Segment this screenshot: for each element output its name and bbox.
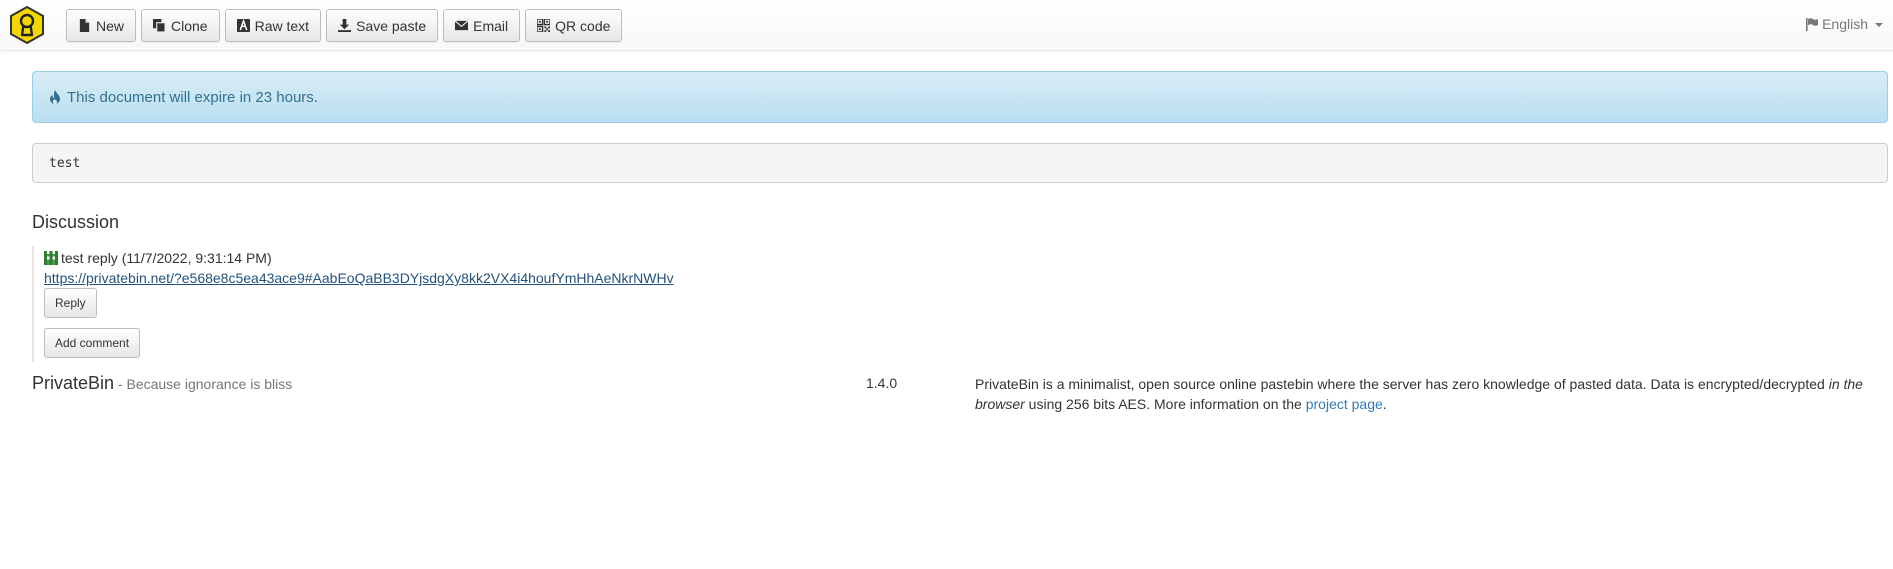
new-button-label: New	[96, 17, 125, 34]
footer-brand: PrivateBin - Because ignorance is bliss	[32, 373, 292, 394]
comment-author-date: test reply (11/7/2022, 9:31:14 PM)	[61, 250, 272, 266]
save-paste-button-label: Save paste	[356, 17, 427, 34]
envelope-icon	[455, 20, 469, 31]
comments-section: test reply (11/7/2022, 9:31:14 PM) https…	[32, 246, 674, 362]
download-icon	[338, 19, 352, 32]
qr-code-button[interactable]: QR code	[525, 9, 623, 42]
raw-text-button-label: Raw text	[254, 17, 310, 34]
duplicate-icon	[153, 19, 166, 32]
paste-text: test	[49, 156, 81, 171]
fire-icon	[50, 90, 60, 104]
brand-name: PrivateBin	[32, 373, 115, 393]
brand-tagline: - Because ignorance is bliss	[114, 376, 293, 392]
about-text: PrivateBin is a minimalist, open source …	[975, 374, 1885, 414]
comment-meta: test reply (11/7/2022, 9:31:14 PM)	[44, 250, 272, 266]
version-number: 1.4.0	[866, 375, 898, 391]
save-paste-button[interactable]: Save paste	[326, 9, 439, 42]
new-button[interactable]: New	[66, 9, 137, 42]
about-text-start: PrivateBin is a minimalist, open source …	[975, 376, 1829, 392]
identicon-avatar	[44, 251, 58, 265]
add-comment-button[interactable]: Add comment	[44, 328, 141, 358]
text-background-icon	[236, 19, 250, 32]
reply-button[interactable]: Reply	[44, 288, 97, 318]
expiry-alert: This document will expire in 23 hours.	[32, 71, 1888, 123]
about-text-middle: using 256 bits AES. More information on …	[1024, 396, 1306, 412]
email-button[interactable]: Email	[443, 9, 521, 42]
flag-icon	[1806, 17, 1819, 31]
privatebin-logo-icon[interactable]	[8, 5, 46, 45]
qr-code-button-label: QR code	[555, 17, 611, 34]
about-text-end: .	[1382, 396, 1387, 412]
language-selector[interactable]: English	[1806, 16, 1883, 32]
raw-text-button[interactable]: Raw text	[224, 9, 322, 42]
toolbar: New Clone Raw text Save paste Email QR c…	[66, 9, 623, 42]
discussion-title: Discussion	[32, 212, 120, 232]
qrcode-icon	[537, 19, 551, 32]
clone-button[interactable]: Clone	[141, 9, 220, 42]
email-button-label: Email	[473, 17, 509, 34]
language-label: English	[1822, 16, 1868, 32]
caret-down-icon	[1875, 23, 1883, 27]
paste-content: test	[32, 143, 1888, 183]
project-page-link[interactable]: project page	[1306, 396, 1383, 412]
expiry-alert-text: This document will expire in 23 hours.	[67, 88, 318, 106]
comment-link[interactable]: https://privatebin.net/?e568e8c5ea43ace9…	[44, 270, 674, 286]
clone-button-label: Clone	[171, 17, 208, 34]
file-icon	[79, 19, 90, 32]
navbar: New Clone Raw text Save paste Email QR c…	[0, 0, 1893, 51]
